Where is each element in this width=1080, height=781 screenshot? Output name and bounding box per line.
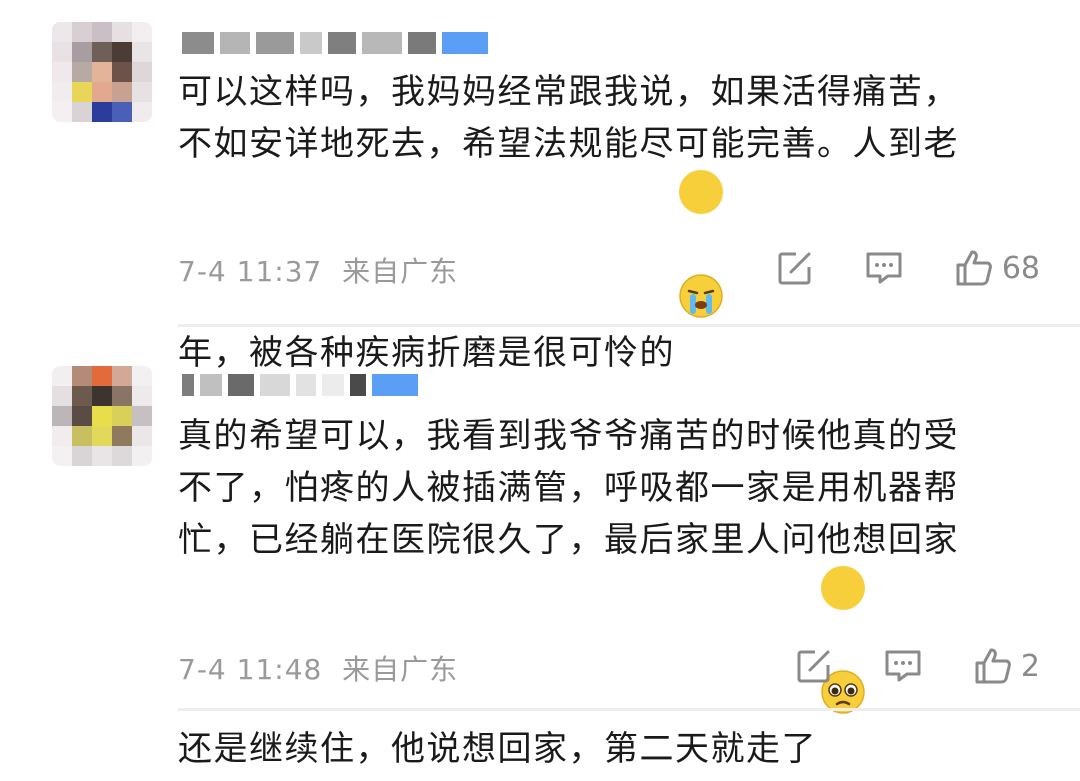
thumbs-up-icon [956,250,992,286]
crying-face-emoji [679,170,723,318]
username-blurred[interactable] [182,368,418,402]
comment-text-line: 不了，怕疼的人被插满管，呼吸都一家是用机器帮 [178,468,959,508]
vip-badge [442,32,488,54]
comment-text: 真的希望可以，我看到我爷爷痛苦的时候他真的受 不了，怕疼的人被插满管，呼吸都一家… [178,410,1048,775]
pleading-face-emoji [821,566,865,714]
comment-text-line: 不如安详地死去，希望法规能尽可能完善。人到老 [178,124,959,164]
comment-date: 7-4 11:37 [178,255,323,288]
reply-button[interactable] [864,249,904,287]
thumbs-up-icon [975,648,1011,684]
repost-button[interactable] [795,647,833,685]
repost-button[interactable] [776,249,814,287]
comment-meta: 7-4 11:48 来自广东 [178,648,458,688]
comment-text-line: 真的希望可以，我看到我爷爷痛苦的时候他真的受 [178,416,959,456]
comment-actions: 2 [745,646,1040,686]
like-button[interactable]: 2 [973,646,1040,686]
like-count: 68 [1001,250,1040,286]
comment-text: 可以这样吗，我妈妈经常跟我说，如果活得痛苦， 不如安详地死去，希望法规能尽可能完… [178,66,1048,379]
comment-actions: 68 [726,248,1040,288]
comment-text-line: 还是继续住，他说想回家，第二天就走了 [178,729,817,769]
like-count: 2 [1020,648,1040,684]
comment-divider [178,324,1080,327]
comment-meta: 7-4 11:37 来自广东 [178,250,458,290]
comment-icon [885,650,921,682]
comment-location: 来自广东 [342,255,459,288]
reply-button[interactable] [883,647,923,685]
comment-date: 7-4 11:48 [178,653,323,686]
comment-location: 来自广东 [342,653,459,686]
comment-text-line: 可以这样吗，我妈妈经常跟我说，如果活得痛苦， [178,72,959,112]
comment-icon [866,252,902,284]
comment-text-line: 年，被各种疾病折磨是很可怜的 [178,333,675,373]
crying-face-icon [679,274,723,318]
avatar[interactable] [52,22,152,122]
username-blurred[interactable] [182,26,488,60]
comment-text-line: 忙，已经躺在医院很久了，最后家里人问他想回家 [178,520,959,560]
vip-badge [372,374,418,396]
avatar[interactable] [52,366,152,466]
share-icon [778,252,811,285]
comment-divider [178,708,1080,711]
like-button[interactable]: 68 [954,248,1040,288]
share-icon [797,650,830,683]
